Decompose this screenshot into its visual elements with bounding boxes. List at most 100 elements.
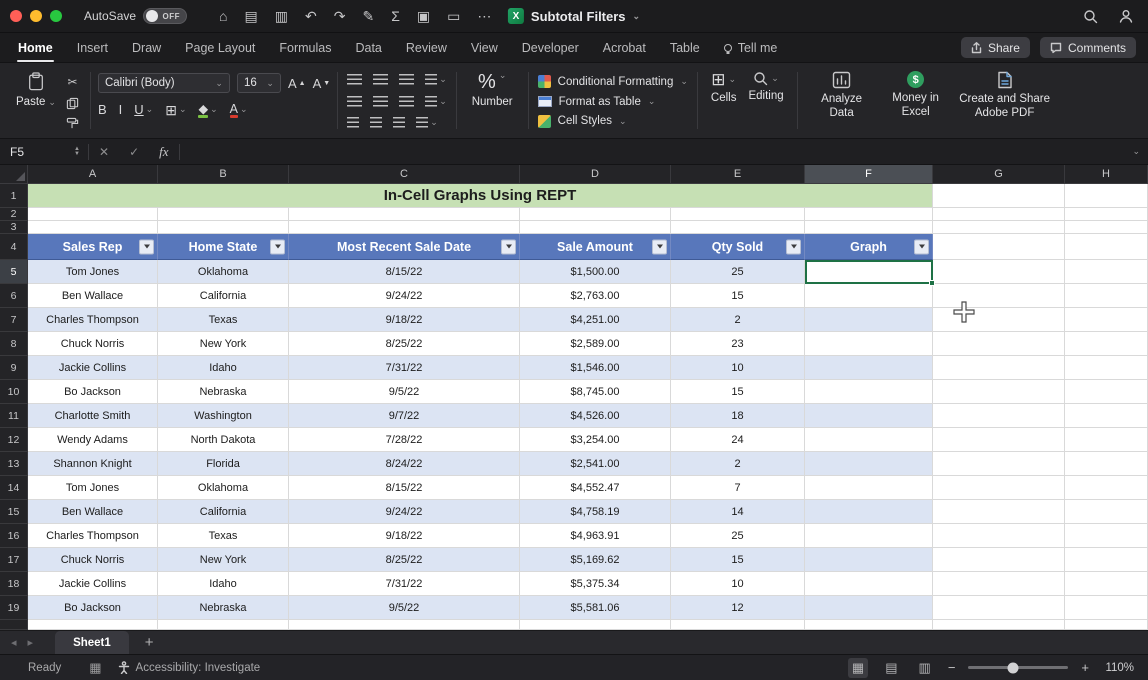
table-header-sales-rep[interactable]: Sales Rep <box>28 234 158 260</box>
table-header-most-recent-sale-date[interactable]: Most Recent Sale Date <box>289 234 520 260</box>
cell-F6[interactable] <box>805 284 933 308</box>
cell-B8[interactable]: New York <box>158 332 289 356</box>
editing-button[interactable]: ⌄ Editing <box>742 68 789 135</box>
adobe-pdf-button[interactable]: Create and Share Adobe PDF <box>953 68 1057 135</box>
close-window-button[interactable] <box>10 10 22 22</box>
cut-button[interactable]: ✂ <box>66 73 79 90</box>
cell-E3[interactable] <box>671 221 805 234</box>
cell-C20[interactable] <box>289 620 520 630</box>
cell-F9[interactable] <box>805 356 933 380</box>
ribbon-tab-insert[interactable]: Insert <box>65 33 120 63</box>
cell-G17[interactable] <box>933 548 1065 572</box>
zoom-level[interactable]: 110% <box>1102 662 1134 674</box>
decrease-indent-icon[interactable] <box>347 117 360 128</box>
cell-B17[interactable]: New York <box>158 548 289 572</box>
cell-E13[interactable]: 2 <box>671 452 805 476</box>
cell-C7[interactable]: 9/18/22 <box>289 308 520 332</box>
search-icon[interactable] <box>1083 9 1098 24</box>
cell-G19[interactable] <box>933 596 1065 620</box>
italic-button[interactable]: I <box>119 102 123 117</box>
cell-F16[interactable] <box>805 524 933 548</box>
cell-C12[interactable]: 7/28/22 <box>289 428 520 452</box>
cell-D17[interactable]: $5,169.62 <box>520 548 671 572</box>
cell-G12[interactable] <box>933 428 1065 452</box>
account-icon[interactable] <box>1118 8 1134 24</box>
cell-C2[interactable] <box>289 208 520 221</box>
cell-B5[interactable]: Oklahoma <box>158 260 289 284</box>
cell-D16[interactable]: $4,963.91 <box>520 524 671 548</box>
cell-E10[interactable]: 15 <box>671 380 805 404</box>
bold-button[interactable]: B <box>98 102 107 117</box>
number-format-button[interactable]: Number <box>472 96 513 108</box>
cell-H11[interactable] <box>1065 404 1148 428</box>
cell-A18[interactable]: Jackie Collins <box>28 572 158 596</box>
cell-B6[interactable]: California <box>158 284 289 308</box>
cell-G13[interactable] <box>933 452 1065 476</box>
cell-H15[interactable] <box>1065 500 1148 524</box>
cell-F8[interactable] <box>805 332 933 356</box>
cell-C8[interactable]: 8/25/22 <box>289 332 520 356</box>
cell-A15[interactable]: Ben Wallace <box>28 500 158 524</box>
column-header-B[interactable]: B <box>158 165 289 183</box>
cell-C10[interactable]: 9/5/22 <box>289 380 520 404</box>
cell-A6[interactable]: Ben Wallace <box>28 284 158 308</box>
pen-icon[interactable]: ✎ <box>362 9 374 23</box>
row-header-11[interactable]: 11 <box>0 404 28 428</box>
cell-D5[interactable]: $1,500.00 <box>520 260 671 284</box>
font-name-select[interactable]: Calibri (Body) ⌄ <box>97 73 230 93</box>
cell-H1[interactable] <box>1065 184 1148 208</box>
filter-button-home-state[interactable] <box>270 239 285 254</box>
font-color-button[interactable]: A ⌄ <box>229 102 248 118</box>
cell-B15[interactable]: California <box>158 500 289 524</box>
select-all-corner[interactable] <box>0 165 28 183</box>
row-header-16[interactable]: 16 <box>0 524 28 548</box>
row-header-17[interactable]: 17 <box>0 548 28 572</box>
wrap-text-button[interactable]: ⌄ <box>425 74 447 85</box>
cell-H9[interactable] <box>1065 356 1148 380</box>
fill-color-button[interactable]: ◆ ⌄ <box>198 101 218 118</box>
align-middle-icon[interactable] <box>373 74 389 85</box>
zoom-window-button[interactable] <box>50 10 62 22</box>
column-header-H[interactable]: H <box>1065 165 1148 183</box>
cell-A14[interactable]: Tom Jones <box>28 476 158 500</box>
analyze-data-button[interactable]: Analyze Data <box>805 68 879 135</box>
cell-G2[interactable] <box>933 208 1065 221</box>
cell-F17[interactable] <box>805 548 933 572</box>
align-top-icon[interactable] <box>347 74 363 85</box>
cell-C9[interactable]: 7/31/22 <box>289 356 520 380</box>
cell-C18[interactable]: 7/31/22 <box>289 572 520 596</box>
cell-B11[interactable]: Washington <box>158 404 289 428</box>
name-box-stepper[interactable]: ▲ ▼ <box>74 146 80 157</box>
cell-D15[interactable]: $4,758.19 <box>520 500 671 524</box>
cell-E18[interactable]: 10 <box>671 572 805 596</box>
cell-H13[interactable] <box>1065 452 1148 476</box>
cell-G10[interactable] <box>933 380 1065 404</box>
cell-C16[interactable]: 9/18/22 <box>289 524 520 548</box>
align-bottom-icon[interactable] <box>399 74 415 85</box>
page-break-preview-icon[interactable]: ▥ <box>915 658 935 678</box>
cell-H18[interactable] <box>1065 572 1148 596</box>
cell-E17[interactable]: 15 <box>671 548 805 572</box>
cell-H3[interactable] <box>1065 221 1148 234</box>
cell-A20[interactable] <box>28 620 158 630</box>
orientation-button[interactable]: ⌄ <box>425 95 447 107</box>
cell-A3[interactable] <box>28 221 158 234</box>
filter-button-qty-sold[interactable] <box>786 239 801 254</box>
cell-H12[interactable] <box>1065 428 1148 452</box>
cell-B19[interactable]: Nebraska <box>158 596 289 620</box>
format-painter-button[interactable] <box>66 117 79 130</box>
cell-B9[interactable]: Idaho <box>158 356 289 380</box>
cell-C19[interactable]: 9/5/22 <box>289 596 520 620</box>
cell-A11[interactable]: Charlotte Smith <box>28 404 158 428</box>
cell-A19[interactable]: Bo Jackson <box>28 596 158 620</box>
cell-H5[interactable] <box>1065 260 1148 284</box>
conditional-formatting-button[interactable]: Conditional Formatting ⌄ <box>537 72 688 92</box>
cell-H7[interactable] <box>1065 308 1148 332</box>
save-icon[interactable]: ▤ <box>245 9 258 23</box>
cell-G18[interactable] <box>933 572 1065 596</box>
column-header-D[interactable]: D <box>520 165 671 183</box>
cell-E6[interactable]: 15 <box>671 284 805 308</box>
cell-C6[interactable]: 9/24/22 <box>289 284 520 308</box>
cell-F7[interactable] <box>805 308 933 332</box>
cell-F19[interactable] <box>805 596 933 620</box>
